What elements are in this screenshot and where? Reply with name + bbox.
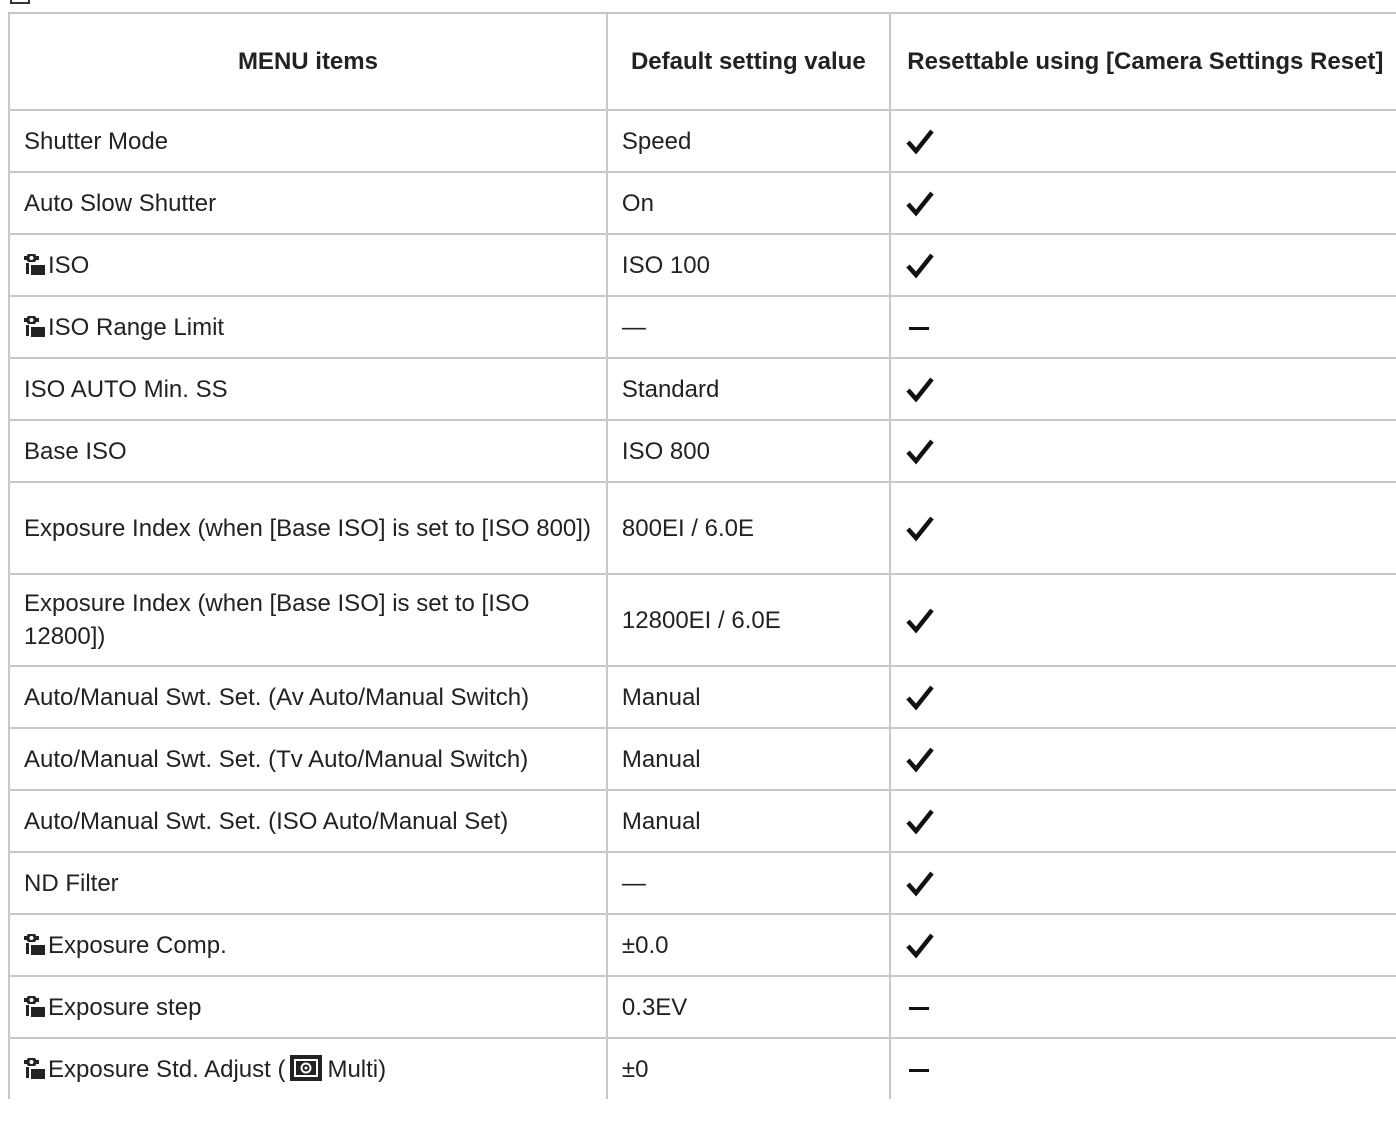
table-row: ISO ISO 100 [8,233,1396,297]
checkmark-icon [906,933,934,959]
resettable-cell [888,727,1396,791]
table-header-row: MENU items Default setting value Resetta… [8,12,1396,111]
menu-item: Auto/Manual Swt. Set. (ISO Auto/Manual S… [8,789,608,853]
table-row: Auto Slow Shutter On [8,171,1396,235]
menu-item: Exposure step [8,975,608,1039]
menu-item: Auto Slow Shutter [8,171,608,235]
dash-icon [908,326,929,330]
menu-item: Shutter Mode [8,109,608,173]
default-value: Manual [605,665,891,729]
table-row: Auto/Manual Swt. Set. (ISO Auto/Manual S… [8,789,1396,853]
default-value: On [605,171,891,235]
table-row: ISO Range Limit — [8,295,1396,359]
table-row: Exposure step 0.3EV [8,975,1396,1039]
checkmark-icon [906,685,934,711]
header-resettable: Resettable using [Camera Settings Reset] [888,12,1396,111]
menu-item: Auto/Manual Swt. Set. (Av Auto/Manual Sw… [8,665,608,729]
dash-icon [908,1068,929,1072]
resettable-cell [888,295,1396,359]
resettable-cell [888,573,1396,667]
table-row: ND Filter — [8,851,1396,915]
default-value: — [605,851,891,915]
resettable-cell [888,109,1396,173]
menu-item: Exposure Std. Adjust ( Multi) [8,1037,608,1099]
checkmark-icon [906,439,934,465]
resettable-cell [888,233,1396,297]
resettable-cell [888,913,1396,977]
camera-still-movie-icon [24,253,45,275]
checkmark-icon [906,608,934,634]
table-row: Auto/Manual Swt. Set. (Av Auto/Manual Sw… [8,665,1396,729]
default-value: 12800EI / 6.0E [605,573,891,667]
multi-metering-icon [290,1054,323,1081]
camera-still-movie-icon [24,315,45,337]
checkmark-icon [906,377,934,403]
default-value: 0.3EV [605,975,891,1039]
menu-item-label-prefix: Exposure Std. Adjust ( [48,1055,286,1083]
table-row: Exposure Std. Adjust ( Multi) ±0 [8,1037,1396,1099]
resettable-cell [888,665,1396,729]
default-value: 800EI / 6.0E [605,481,891,575]
menu-item: ISO AUTO Min. SS [8,357,608,421]
settings-table: MENU items Default setting value Resetta… [8,12,1396,1099]
page: MENU items Default setting value Resetta… [0,0,1396,1133]
header-menu-items: MENU items [8,12,608,111]
resettable-cell [888,481,1396,575]
table-row: Shutter Mode Speed [8,109,1396,173]
default-value: Manual [605,727,891,791]
default-value: ISO 100 [605,233,891,297]
section-icon [10,0,30,4]
header-default-value: Default setting value [605,12,891,111]
default-value: ±0.0 [605,913,891,977]
resettable-cell [888,789,1396,853]
checkmark-icon [906,129,934,155]
default-value: — [605,295,891,359]
menu-item: Exposure Index (when [Base ISO] is set t… [8,481,608,575]
checkmark-icon [906,191,934,217]
checkmark-icon [906,516,934,542]
table-row: Auto/Manual Swt. Set. (Tv Auto/Manual Sw… [8,727,1396,791]
table-row: Exposure Index (when [Base ISO] is set t… [8,481,1396,575]
resettable-cell [888,357,1396,421]
resettable-cell [888,975,1396,1039]
menu-item-label: Exposure Comp. [48,931,227,959]
menu-item-label-suffix: Multi) [327,1055,387,1083]
table-row: Exposure Index (when [Base ISO] is set t… [8,573,1396,667]
table-row: Exposure Comp. ±0.0 [8,913,1396,977]
camera-still-movie-icon [24,1057,45,1079]
default-value: Standard [605,357,891,421]
checkmark-icon [906,871,934,897]
default-value: ±0 [605,1037,891,1099]
camera-still-movie-icon [24,933,45,955]
menu-item-label: ISO [48,251,90,279]
checkmark-icon [906,809,934,835]
table-row: ISO AUTO Min. SS Standard [8,357,1396,421]
menu-item: Exposure Index (when [Base ISO] is set t… [8,573,608,667]
dash-icon [908,1006,929,1010]
menu-item: ISO [8,233,608,297]
camera-still-movie-icon [24,995,45,1017]
menu-item: Base ISO [8,419,608,483]
menu-item-label: Exposure step [48,993,202,1021]
menu-item: Exposure Comp. [8,913,608,977]
menu-item: Auto/Manual Swt. Set. (Tv Auto/Manual Sw… [8,727,608,791]
default-value: ISO 800 [605,419,891,483]
checkmark-icon [906,747,934,773]
default-value: Manual [605,789,891,853]
resettable-cell [888,851,1396,915]
resettable-cell [888,419,1396,483]
resettable-cell [888,171,1396,235]
checkmark-icon [906,253,934,279]
menu-item-label: ISO Range Limit [48,313,225,341]
menu-item: ISO Range Limit [8,295,608,359]
table-row: Base ISO ISO 800 [8,419,1396,483]
resettable-cell [888,1037,1396,1099]
menu-item: ND Filter [8,851,608,915]
default-value: Speed [605,109,891,173]
